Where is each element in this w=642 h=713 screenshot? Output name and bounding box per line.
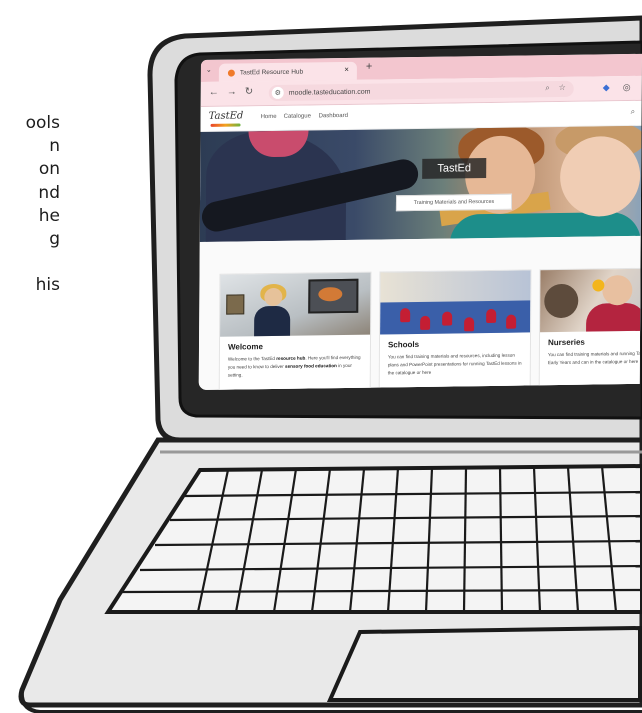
card-image [380, 270, 531, 335]
card-nurseries[interactable]: Nurseries You can find training material… [538, 267, 642, 391]
card-title: Nurseries [547, 337, 585, 348]
back-icon[interactable]: ← [209, 87, 219, 98]
nav-home[interactable]: Home [261, 114, 277, 120]
tab-title: TastEd Resource Hub [239, 68, 304, 76]
card-title: Schools [387, 339, 420, 350]
browser-window: ⌄ TastEd Resource Hub × + ← → ↻ ⚙ moodle… [198, 53, 642, 391]
site-search-icon[interactable]: ⌕ [631, 107, 636, 117]
card-title: Welcome [227, 342, 264, 352]
browser-tab[interactable]: TastEd Resource Hub × [218, 61, 357, 82]
hero-title: TastEd [422, 158, 487, 179]
training-materials-button[interactable]: Training Materials and Resources [395, 193, 513, 212]
profile-icon[interactable]: ◎ [623, 82, 631, 93]
favicon-icon [227, 69, 235, 77]
url-text: moodle.tasteducation.com [288, 88, 371, 97]
card-welcome[interactable]: Welcome Welcome to the TastEd resource h… [218, 271, 372, 391]
nav-catalogue[interactable]: Catalogue [284, 113, 311, 119]
site-info-icon[interactable]: ⚙ [271, 86, 284, 100]
card-row: Welcome Welcome to the TastEd resource h… [198, 235, 642, 391]
trackpad [326, 625, 642, 702]
tab-close-icon[interactable]: × [344, 65, 349, 74]
card-schools[interactable]: Schools You can find training materials … [378, 269, 532, 391]
search-icon[interactable]: ⌕ [545, 83, 550, 93]
logo-text: TastEd [208, 110, 244, 122]
card-text: Welcome to the TastEd resource hub. Here… [227, 354, 361, 378]
reload-icon[interactable]: ↻ [245, 86, 253, 97]
new-tab-button[interactable]: + [366, 61, 373, 73]
hero-banner: TastEd Training Materials and Resources [199, 125, 642, 243]
card-image [540, 268, 642, 333]
forward-icon[interactable]: → [227, 87, 237, 98]
nav-dashboard[interactable]: Dashboard [319, 113, 348, 119]
address-bar[interactable]: ⚙ moodle.tasteducation.com ⌕ ☆ [268, 80, 574, 102]
extension-icon[interactable]: ◆ [603, 82, 610, 93]
logo-swoosh [210, 123, 241, 127]
card-text: You can find training materials and reso… [387, 352, 522, 376]
tasted-logo[interactable]: TastEd [209, 110, 245, 127]
bookmark-star-icon[interactable]: ☆ [559, 83, 566, 92]
tab-search-chevron-icon[interactable]: ⌄ [206, 66, 212, 74]
card-image [220, 272, 371, 337]
card-text: You can find training materials and runn… [547, 350, 642, 366]
